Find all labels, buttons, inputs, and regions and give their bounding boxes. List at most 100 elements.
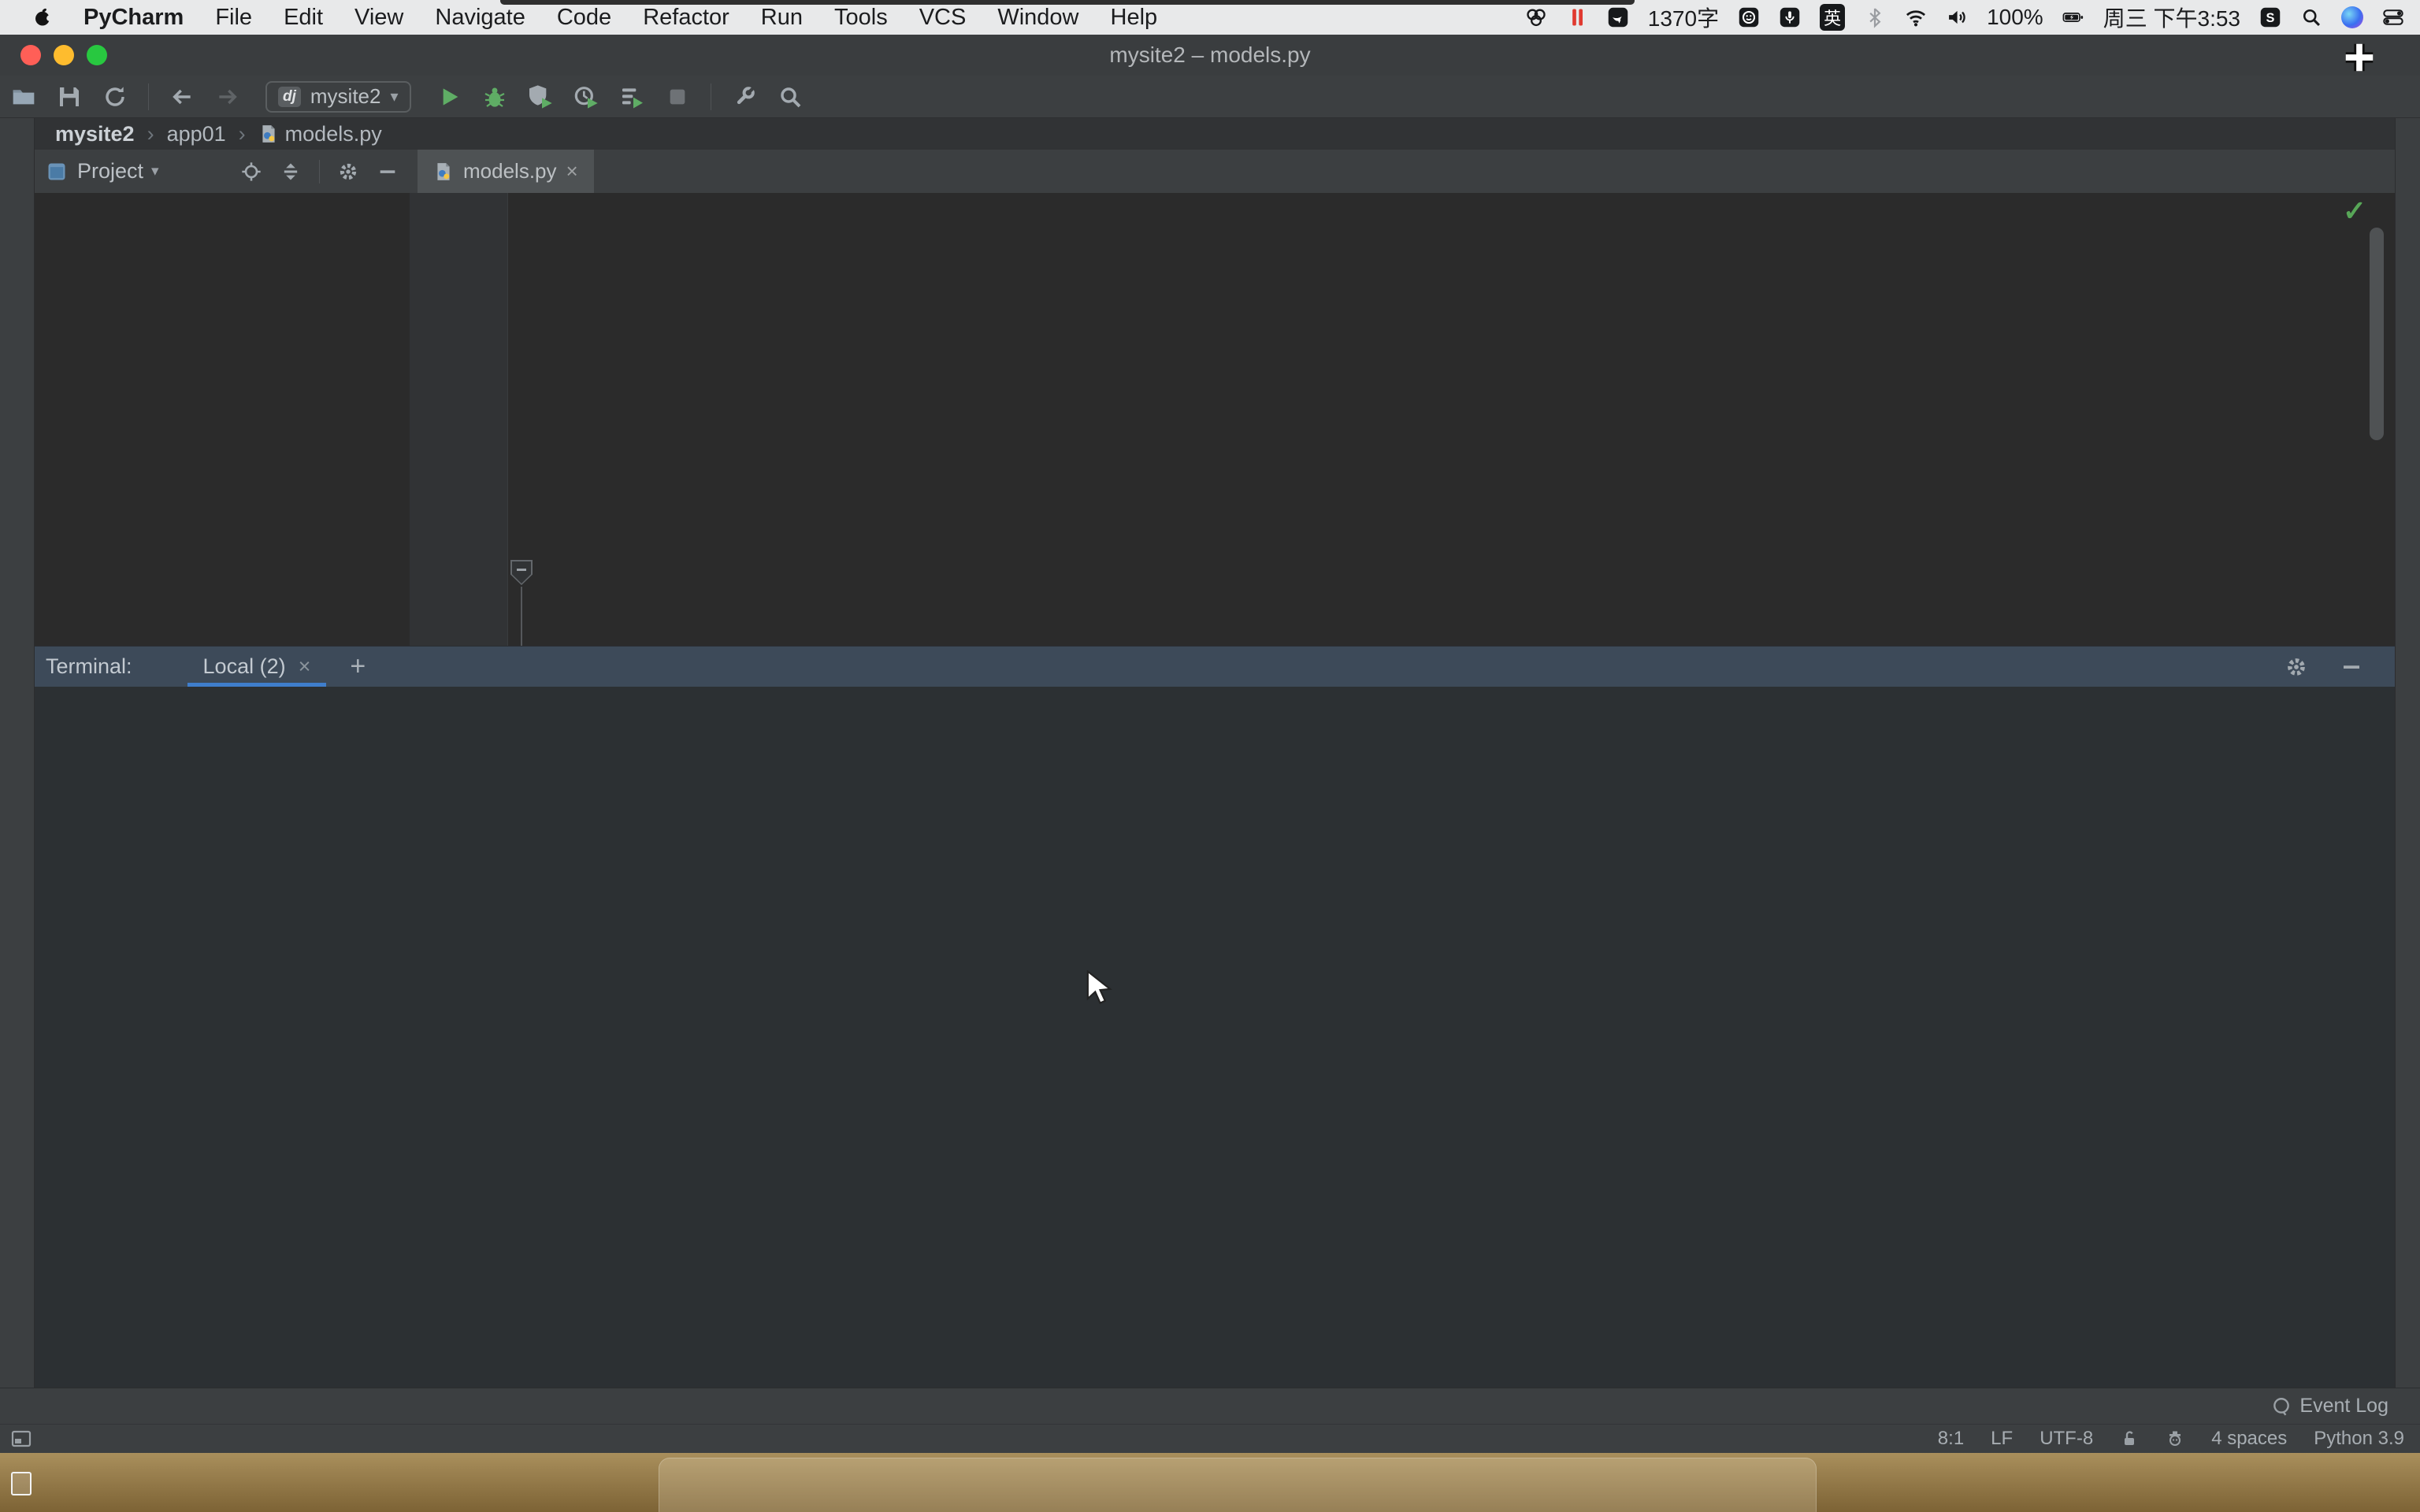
toolwindow-toggle-icon[interactable]: [11, 1429, 32, 1448]
breadcrumb: mysite2›app01›models.py: [35, 118, 2420, 150]
event-log-button[interactable]: Event Log: [2271, 1395, 2420, 1418]
close-icon[interactable]: ×: [566, 159, 578, 183]
gear-icon[interactable]: [2285, 655, 2308, 679]
dock-background: [659, 1458, 1817, 1512]
menu-help[interactable]: Help: [1111, 5, 1158, 31]
breadcrumb-item-models.py[interactable]: models.py: [258, 122, 382, 146]
fold-connector-line: [521, 587, 522, 646]
project-panel-header: Project ▾: [35, 150, 410, 193]
sogou-mic-icon[interactable]: [1779, 6, 1801, 28]
menu-edit[interactable]: Edit: [284, 5, 323, 31]
screen: PyCharm File Edit View Navigate Code Refactor R…: [0, 0, 2420, 1512]
macos-menu-bar: PyCharm File Edit View Navigate Code Refactor R…: [0, 0, 2420, 35]
search-icon[interactable]: [778, 84, 803, 109]
run-configuration-selector[interactable]: djmysite2▾: [265, 81, 411, 113]
menu-status-area: 1370字 英 100% 周三 下午3:53 S: [1525, 2, 2420, 33]
python-file-icon: [258, 124, 279, 144]
breadcrumb-label: app01: [167, 122, 226, 146]
python-interpreter[interactable]: Python 3.9: [2314, 1428, 2404, 1450]
inspection-ok-icon[interactable]: ✓: [2343, 195, 2366, 228]
apple-icon[interactable]: [33, 7, 54, 28]
menu-code[interactable]: Code: [557, 5, 611, 31]
breadcrumb-label: mysite2: [55, 122, 135, 146]
battery-icon[interactable]: [2062, 6, 2084, 28]
highlighting-level-icon[interactable]: [2166, 1429, 2184, 1448]
breadcrumb-label: models.py: [285, 122, 382, 146]
menu-items: PyCharm File Edit View Navigate Code Refactor R…: [84, 5, 1157, 31]
menu-run[interactable]: Run: [761, 5, 803, 31]
main-toolbar: djmysite2▾: [0, 76, 2420, 118]
minimize-icon[interactable]: [2340, 655, 2363, 679]
caret-position[interactable]: 8:1: [1938, 1428, 1964, 1450]
forward-icon[interactable]: [215, 84, 240, 109]
save-icon[interactable]: [57, 84, 82, 109]
fold-marker[interactable]: [510, 560, 533, 585]
menu-refactor[interactable]: Refactor: [643, 5, 729, 31]
menu-window[interactable]: Window: [997, 5, 1078, 31]
python-file-icon: [433, 161, 454, 182]
spotlight-icon[interactable]: [2300, 6, 2322, 28]
volume-icon[interactable]: [1946, 6, 1968, 28]
run-config-name: mysite2: [310, 84, 381, 109]
editor-gutter: [410, 193, 508, 646]
word-count[interactable]: 1370字: [1648, 2, 1719, 33]
terminal-output[interactable]: [35, 687, 2395, 1388]
new-terminal-button[interactable]: +: [350, 651, 366, 682]
wifi-icon[interactable]: [1905, 6, 1927, 28]
bluetooth-icon[interactable]: [1864, 6, 1886, 28]
input-language-badge[interactable]: 英: [1820, 4, 1845, 31]
sketch-icon[interactable]: [1525, 6, 1547, 28]
sogou-emoji-icon[interactable]: [1738, 6, 1760, 28]
menu-navigate[interactable]: Navigate: [435, 5, 525, 31]
breadcrumb-item-app01[interactable]: app01: [167, 122, 226, 146]
file-encoding[interactable]: UTF-8: [2040, 1428, 2093, 1450]
menu-pycharm[interactable]: PyCharm: [84, 5, 184, 31]
control-center-icon[interactable]: [2382, 6, 2404, 28]
profiler-icon[interactable]: [573, 84, 599, 109]
run-icon[interactable]: [436, 84, 462, 109]
clock[interactable]: 周三 下午3:53: [2103, 2, 2240, 33]
sync-icon[interactable]: [102, 84, 128, 109]
menu-vcs[interactable]: VCS: [919, 5, 967, 31]
wrench-icon[interactable]: [732, 84, 757, 109]
project-panel-title[interactable]: Project: [77, 159, 143, 183]
locate-icon[interactable]: [240, 161, 262, 183]
menu-tools[interactable]: Tools: [834, 5, 888, 31]
line-ending[interactable]: LF: [1991, 1428, 2013, 1450]
code-editor[interactable]: ✓: [410, 193, 2395, 646]
hide-icon[interactable]: [377, 161, 399, 183]
sogou-s-icon[interactable]: S: [2259, 6, 2281, 28]
collapse-icon[interactable]: [280, 161, 302, 183]
desktop-window-icon[interactable]: [11, 1472, 32, 1495]
lock-icon[interactable]: [2120, 1429, 2139, 1448]
close-icon[interactable]: ×: [299, 654, 311, 679]
editor-tab-bar: models.py ×: [410, 150, 2395, 193]
editor-scrollbar[interactable]: [2370, 228, 2384, 440]
debug-icon[interactable]: [482, 84, 507, 109]
window-title-bar[interactable]: mysite2 – models.py: [0, 35, 2420, 76]
back-icon[interactable]: [169, 84, 195, 109]
services-icon[interactable]: [619, 84, 644, 109]
terminal-tab-local[interactable]: Local (2) ×: [195, 647, 319, 687]
terminal-header: Terminal: Local (2) × +: [35, 646, 2395, 687]
divider: [319, 160, 320, 183]
record-pause-icon[interactable]: [1566, 6, 1588, 28]
breadcrumb-item-mysite2[interactable]: mysite2: [55, 122, 135, 146]
terminal-label: Terminal:: [46, 654, 132, 679]
chevron-down-icon: ▾: [151, 162, 159, 180]
camera-notch: [500, 0, 1635, 5]
stop-icon[interactable]: [665, 84, 690, 109]
tab-models-py[interactable]: models.py ×: [418, 150, 594, 193]
bottom-toolwindow-bar: Event Log: [0, 1388, 2420, 1424]
coverage-icon[interactable]: [528, 84, 553, 109]
mouse-cursor: [1086, 970, 1112, 1005]
menu-view[interactable]: View: [354, 5, 403, 31]
siri-icon[interactable]: [2341, 6, 2363, 28]
dingtalk-icon[interactable]: [1607, 6, 1629, 28]
menu-file[interactable]: File: [215, 5, 252, 31]
open-icon[interactable]: [11, 84, 36, 109]
indent-setting[interactable]: 4 spaces: [2211, 1428, 2287, 1450]
battery-percent[interactable]: 100%: [1987, 5, 2043, 30]
settings-icon[interactable]: [337, 161, 359, 183]
left-toolwindow-stripe: [0, 118, 35, 1388]
